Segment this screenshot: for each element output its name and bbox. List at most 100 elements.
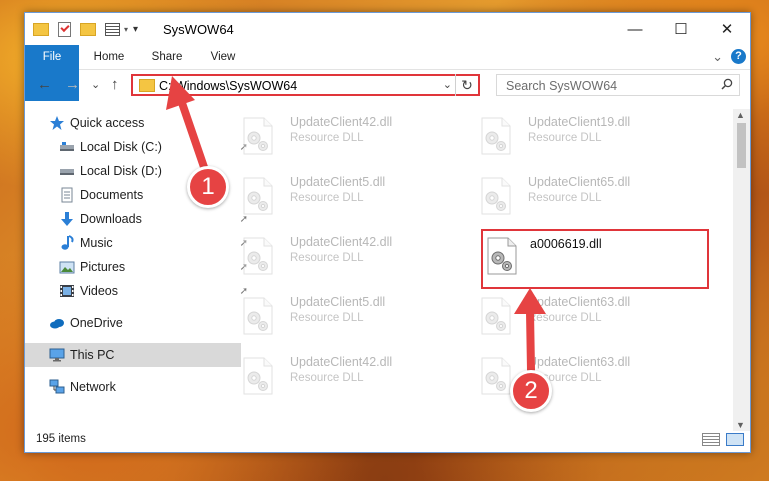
large-icons-view-icon[interactable]: [726, 433, 744, 446]
minimize-button[interactable]: —: [612, 13, 658, 45]
scroll-up-icon[interactable]: ▲: [736, 110, 745, 120]
vertical-scrollbar[interactable]: ▲ ▼: [733, 109, 750, 431]
search-icon: [721, 78, 733, 93]
file-item[interactable]: UpdateClient19.dll Resource DLL: [463, 105, 695, 161]
sidebar-item-label: Local Disk (D:): [80, 164, 162, 178]
folder-icon: [139, 79, 155, 92]
window-title: SysWOW64: [163, 22, 234, 37]
file-item[interactable]: UpdateClient5.dll Resource DLL: [225, 165, 457, 221]
file-item[interactable]: UpdateClient63.dll Resource DLL: [463, 285, 695, 341]
close-button[interactable]: ✕: [704, 13, 750, 45]
this-pc-icon: [49, 347, 65, 363]
search-placeholder: Search SysWOW64: [506, 79, 618, 93]
file-name: UpdateClient42.dll: [290, 235, 393, 249]
sidebar-item-onedrive[interactable]: OneDrive: [25, 311, 241, 335]
file-name: UpdateClient42.dll: [290, 115, 393, 129]
file-type: Resource DLL: [528, 192, 602, 204]
tab-home[interactable]: Home: [87, 45, 131, 69]
sidebar-item-videos[interactable]: Videos ➚: [25, 279, 251, 303]
chevron-down-icon[interactable]: ⌄: [443, 78, 452, 91]
navigation-bar: ← → ⌄ ↑ C:\Windows\SysWOW64 ⌄ ↻ Search S…: [25, 70, 750, 102]
file-type: Resource DLL: [290, 312, 364, 324]
folder-icon[interactable]: [33, 22, 49, 36]
search-box[interactable]: Search SysWOW64: [496, 74, 740, 96]
address-bar[interactable]: C:\Windows\SysWOW64 ⌄ ↻: [131, 74, 480, 96]
dll-gear-icon: [243, 177, 273, 215]
file-name: UpdateClient19.dll: [528, 115, 631, 129]
dll-gear-icon: [243, 297, 273, 335]
file-name: UpdateClient5.dll: [290, 175, 386, 189]
sidebar-item-network[interactable]: Network: [25, 375, 241, 399]
sidebar-item-pictures[interactable]: Pictures ➚: [25, 255, 251, 279]
sidebar-item-local-disk-c[interactable]: Local Disk (C:) ➚: [25, 135, 251, 159]
customize-toolbar-icon[interactable]: ▾: [133, 24, 138, 35]
sidebar-item-label: Local Disk (C:): [80, 140, 162, 154]
expand-ribbon-icon[interactable]: ⌄: [712, 49, 723, 64]
file-type: Resource DLL: [290, 192, 364, 204]
refresh-icon[interactable]: ↻: [455, 74, 478, 96]
drive-icon: [59, 139, 75, 155]
dll-gear-icon: [481, 177, 511, 215]
dll-gear-icon: [243, 117, 273, 155]
view-switcher: [702, 433, 744, 446]
music-icon: [59, 235, 75, 251]
file-name: UpdateClient63.dll: [528, 355, 631, 369]
documents-icon: [59, 187, 75, 203]
sidebar-item-downloads[interactable]: Downloads ➚: [25, 207, 251, 231]
file-type: Resource DLL: [290, 252, 364, 264]
file-name: a0006619.dll: [530, 237, 602, 251]
file-item[interactable]: UpdateClient5.dll Resource DLL: [225, 285, 457, 341]
file-item[interactable]: UpdateClient42.dll Resource DLL: [225, 225, 457, 281]
sidebar-item-label: Pictures: [80, 260, 126, 274]
step-1-badge: 1: [187, 166, 229, 208]
file-item[interactable]: UpdateClient63.dll Resource DLL: [463, 345, 695, 401]
file-type: Resource DLL: [290, 132, 364, 144]
sidebar-item-label: Music: [80, 236, 113, 250]
properties-icon[interactable]: [58, 21, 71, 37]
layout-icon[interactable]: [105, 22, 120, 36]
chevron-down-icon[interactable]: ▾: [124, 25, 128, 34]
sidebar-item-quick-access[interactable]: Quick access: [25, 111, 241, 135]
file-name: UpdateClient65.dll: [528, 175, 631, 189]
sidebar-item-label: Documents: [80, 188, 144, 202]
file-item[interactable]: UpdateClient65.dll Resource DLL: [463, 165, 695, 221]
onedrive-icon: [49, 315, 65, 331]
details-view-icon[interactable]: [702, 433, 720, 446]
file-name: UpdateClient5.dll: [290, 295, 386, 309]
network-icon: [49, 379, 65, 395]
sidebar-item-music[interactable]: Music ➚: [25, 231, 251, 255]
file-item[interactable]: UpdateClient42.dll Resource DLL: [225, 345, 457, 401]
file-type: Resource DLL: [290, 372, 364, 384]
sidebar-item-label: Downloads: [80, 212, 142, 226]
maximize-button[interactable]: ☐: [658, 13, 704, 45]
address-path: C:\Windows\SysWOW64: [159, 79, 298, 93]
sidebar-item-label: Network: [70, 380, 116, 394]
forward-arrow-icon[interactable]: →: [65, 76, 80, 93]
file-item[interactable]: UpdateClient42.dll Resource DLL: [225, 105, 457, 161]
file-type: Resource DLL: [528, 312, 602, 324]
sidebar-item-label: This PC: [70, 348, 115, 362]
dll-gear-icon: [487, 237, 517, 275]
ribbon-tabs: File Home Share View ⌄ ?: [25, 45, 750, 101]
quick-access-toolbar: ▾ ▾: [33, 20, 138, 38]
scrollbar-thumb[interactable]: [737, 123, 746, 168]
tab-view[interactable]: View: [201, 45, 245, 69]
downloads-icon: [59, 211, 75, 227]
star-icon: [49, 115, 65, 131]
back-arrow-icon[interactable]: ←: [37, 76, 52, 93]
recent-locations-icon[interactable]: ⌄: [91, 78, 100, 91]
sidebar-item-this-pc[interactable]: This PC: [25, 343, 241, 367]
file-item-a0006619-dll[interactable]: a0006619.dll: [481, 229, 709, 289]
drive-icon: [59, 163, 75, 179]
sidebar-item-label: OneDrive: [70, 316, 123, 330]
new-folder-icon[interactable]: [80, 22, 96, 36]
file-type: Resource DLL: [528, 132, 602, 144]
help-icon[interactable]: ?: [731, 49, 746, 64]
tab-share[interactable]: Share: [145, 45, 189, 69]
dll-gear-icon: [481, 357, 511, 395]
dll-gear-icon: [243, 237, 273, 275]
up-arrow-icon[interactable]: ↑: [111, 76, 119, 93]
dll-gear-icon: [481, 117, 511, 155]
item-count: 195 items: [36, 433, 86, 445]
file-name: UpdateClient63.dll: [528, 295, 631, 309]
